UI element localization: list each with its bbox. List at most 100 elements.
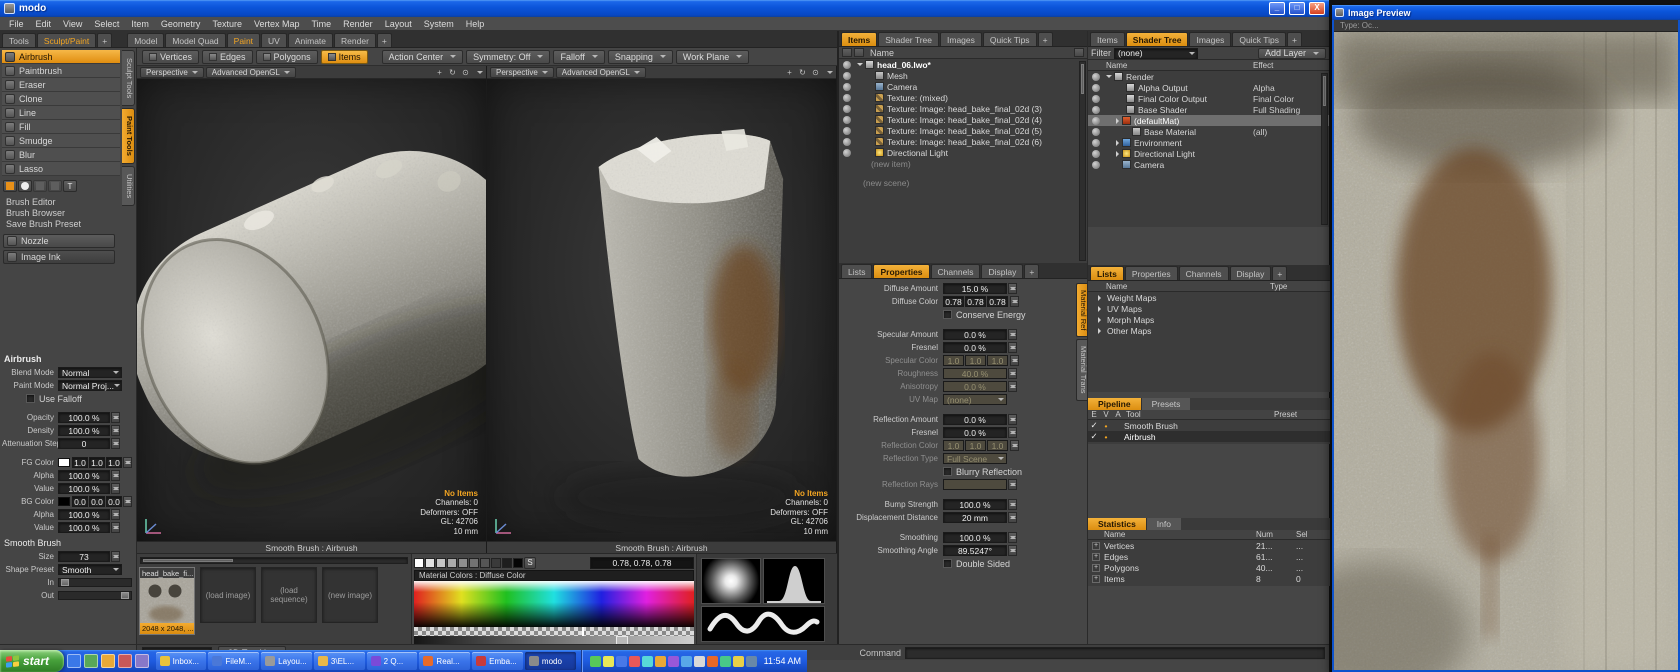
snapping-dropdown[interactable]: Snapping <box>608 50 673 64</box>
slider-handle[interactable] <box>121 592 129 599</box>
tray-icon[interactable] <box>720 656 731 667</box>
bg-b-field[interactable]: 0.0 <box>106 496 122 507</box>
reflection-amount-field[interactable]: 0.0 % <box>943 414 1007 425</box>
tab-display[interactable]: Display <box>1230 266 1272 280</box>
scrollbar-handle[interactable] <box>1323 76 1326 106</box>
conserve-energy-checkbox[interactable] <box>943 310 952 319</box>
zoom-icon[interactable]: ⊙ <box>810 68 821 77</box>
in-slider[interactable] <box>58 578 132 587</box>
list-row-uv-maps[interactable]: UV Maps <box>1088 303 1330 314</box>
tray-icon[interactable] <box>590 656 601 667</box>
add-tab-button[interactable]: + <box>1038 32 1053 46</box>
projection-dropdown[interactable]: Perspective <box>140 67 204 78</box>
item-row-mesh[interactable]: Mesh <box>839 70 1087 81</box>
vtab-utilities[interactable]: Utilities <box>122 166 135 206</box>
new-image-slot[interactable]: (new image) <box>322 567 378 623</box>
tray-icon[interactable] <box>616 656 627 667</box>
add-layout-tab-button[interactable]: + <box>377 33 392 47</box>
menu-render[interactable]: Render <box>337 18 379 30</box>
stepper[interactable] <box>1008 381 1017 392</box>
shader-row-final-color-output[interactable]: Final Color OutputFinal Color <box>1088 93 1329 104</box>
tab-tools[interactable]: Tools <box>2 33 36 47</box>
visibility-eye-icon[interactable] <box>1092 106 1100 114</box>
add-tab-button[interactable]: + <box>1272 266 1287 280</box>
name-column-header[interactable]: Name <box>1088 61 1253 70</box>
minimize-button[interactable]: _ <box>1269 2 1285 15</box>
tab-channels[interactable]: Channels <box>931 264 981 278</box>
viewport-canvas[interactable]: No Items Channels: 0 Deformers: OFF GL: … <box>487 79 836 541</box>
task-button-modo[interactable]: modo <box>525 652 576 670</box>
viewport-menu-icon[interactable] <box>827 71 833 77</box>
pan-icon[interactable]: + <box>784 68 795 77</box>
visibility-eye-icon[interactable] <box>843 94 851 102</box>
tool-lasso[interactable]: Lasso <box>2 162 120 176</box>
specular-color-r-field[interactable]: 1.0 <box>943 355 964 366</box>
add-tab-button[interactable]: + <box>1287 32 1302 46</box>
stepper[interactable] <box>111 425 120 436</box>
tab-render[interactable]: Render <box>334 33 376 47</box>
fg-color-swatch-button[interactable] <box>3 180 17 192</box>
gray-swatch[interactable] <box>491 558 501 568</box>
hue-saturation-picker[interactable] <box>414 581 694 627</box>
reflection-fresnel-field[interactable]: 0.0 % <box>943 427 1007 438</box>
new-scene-row[interactable]: (new scene) <box>839 177 1087 188</box>
maximize-button[interactable]: □ <box>1289 2 1305 15</box>
tab-shader-tree[interactable]: Shader Tree <box>878 32 939 46</box>
tab-shader-tree[interactable]: Shader Tree <box>1126 32 1189 46</box>
stepper[interactable] <box>1008 545 1017 556</box>
roughness-field[interactable]: 40.0 % <box>943 368 1007 379</box>
item-row-texture-6[interactable]: Texture: Image: head_bake_final_02d (6) <box>839 136 1087 147</box>
stats-row-polygons[interactable]: Polygons40...... <box>1088 562 1330 573</box>
expand-arrow-icon[interactable] <box>1098 295 1104 301</box>
tool-smudge[interactable]: Smudge <box>2 134 120 148</box>
gray-swatch[interactable] <box>480 558 490 568</box>
tab-pipeline[interactable]: Pipeline <box>1088 398 1141 410</box>
tab-quick-tips[interactable]: Quick Tips <box>1232 32 1286 46</box>
stepper[interactable] <box>1010 440 1019 451</box>
fg-r-field[interactable]: 1.0 <box>72 457 88 468</box>
attenuation-steps-field[interactable]: 0 <box>58 438 110 449</box>
visibility-eye-icon[interactable] <box>843 116 851 124</box>
load-image-slot[interactable]: (load image) <box>200 567 256 623</box>
brush-size-field[interactable]: 73 <box>58 551 110 562</box>
tool-fill[interactable]: Fill <box>2 120 120 134</box>
stepper[interactable] <box>1010 355 1019 366</box>
specular-amount-field[interactable]: 0.0 % <box>943 329 1007 340</box>
tab-statistics[interactable]: Statistics <box>1088 518 1146 530</box>
quicklaunch-media-icon[interactable] <box>101 654 115 668</box>
stepper[interactable] <box>1008 479 1017 490</box>
tab-paint[interactable]: Paint <box>227 33 260 47</box>
stepper[interactable] <box>111 522 120 533</box>
use-falloff-checkbox[interactable] <box>26 394 35 403</box>
tab-model-quad[interactable]: Model Quad <box>165 33 225 47</box>
diffuse-color-g-field[interactable]: 0.78 <box>965 296 986 307</box>
shader-row-alpha-output[interactable]: Alpha OutputAlpha <box>1088 82 1329 93</box>
double-sided-checkbox[interactable] <box>943 559 952 568</box>
tab-items[interactable]: Items <box>1090 32 1125 46</box>
preview-options-bar[interactable]: Type: Oc... <box>1334 20 1678 32</box>
work-plane-dropdown[interactable]: Work Plane <box>676 50 749 64</box>
menu-geometry[interactable]: Geometry <box>155 18 207 30</box>
vtab-sculpt-tools[interactable]: Sculpt Tools <box>122 50 135 106</box>
tab-properties[interactable]: Properties <box>873 264 929 278</box>
type-column-header[interactable]: Type <box>1270 282 1330 291</box>
pan-icon[interactable]: + <box>434 68 445 77</box>
save-brush-preset-link[interactable]: Save Brush Preset <box>0 218 118 229</box>
item-row-scene[interactable]: head_06.lwo* <box>839 59 1087 70</box>
tray-icon[interactable] <box>603 656 614 667</box>
shading-dropdown[interactable]: Advanced OpenGL <box>556 67 646 78</box>
tray-icon[interactable] <box>655 656 666 667</box>
task-button-filemaker[interactable]: FileM... <box>208 652 259 670</box>
brush-browser-link[interactable]: Brush Browser <box>0 207 118 218</box>
item-row-camera[interactable]: Camera <box>839 81 1087 92</box>
mode-edges-button[interactable]: Edges <box>202 50 253 64</box>
gray-swatch[interactable] <box>436 558 446 568</box>
stepper[interactable] <box>1008 368 1017 379</box>
fg-alpha-field[interactable]: 100.0 % <box>58 470 110 481</box>
smoothing-field[interactable]: 100.0 % <box>943 532 1007 543</box>
expand-arrow-icon[interactable] <box>1098 317 1104 323</box>
item-row-texture-5[interactable]: Texture: Image: head_bake_final_02d (5) <box>839 125 1087 136</box>
mode-items-button[interactable]: Items <box>321 50 368 64</box>
shader-row-base-shader[interactable]: Base ShaderFull Shading <box>1088 104 1329 115</box>
stepper[interactable] <box>123 457 132 468</box>
